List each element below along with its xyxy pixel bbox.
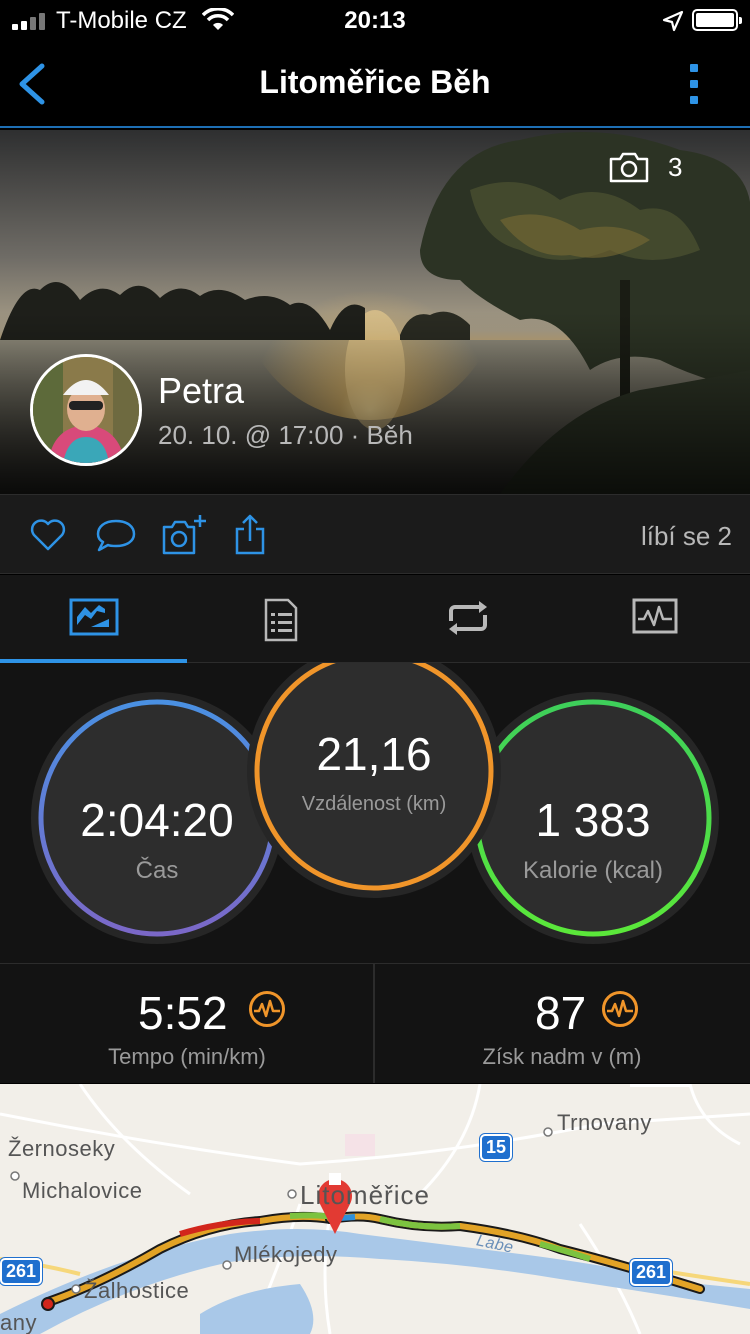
- distance-label: Vzdálenost (km): [301, 793, 447, 815]
- share-icon[interactable]: [232, 513, 268, 557]
- secondary-metrics: 5:52 Tempo (min/km) 87 Získ nadm v (m): [0, 963, 750, 1083]
- details-list-icon: [264, 598, 297, 642]
- metrics-divider: [373, 963, 375, 1083]
- more-options-icon[interactable]: [680, 60, 708, 108]
- tab-graphs[interactable]: [561, 575, 748, 663]
- battery-icon: [692, 9, 742, 31]
- elevation-value: 87: [535, 987, 587, 1039]
- elevation-label: Získ nadm v (m): [482, 1044, 642, 1069]
- navigation-bar: Litoměřice Běh: [0, 40, 750, 128]
- distance-ring-graphic: [247, 663, 501, 898]
- photo-count-value: 3: [668, 152, 683, 182]
- avatar[interactable]: [30, 354, 142, 466]
- elevation-trend-icon: [602, 991, 638, 1027]
- pace-metric[interactable]: 5:52 Tempo (min/km): [0, 964, 374, 1084]
- social-actions: líbí se 2: [0, 494, 750, 574]
- stats-chart-icon: [69, 598, 118, 636]
- laps-loop-icon: [448, 601, 487, 635]
- summary-stats: 2:04:20 Čas 1 383 Kalorie (kcal) 21,16 V…: [0, 663, 750, 963]
- graph-icon: [632, 598, 677, 634]
- road-261-shield-right: 261: [630, 1259, 673, 1286]
- pace-trend-icon: [249, 991, 285, 1027]
- pace-label: Tempo (min/km): [108, 1044, 266, 1069]
- place-zalhostice: Žalhostice: [84, 1278, 190, 1303]
- place-michalovice: Michalovice: [22, 1178, 143, 1203]
- status-time: 20:13: [344, 7, 406, 34]
- place-litomerice: Litoměřice: [300, 1180, 430, 1210]
- user-name[interactable]: Petra: [158, 370, 244, 412]
- place-trnovany: Trnovany: [557, 1110, 652, 1135]
- page-title: Litoměřice Běh: [259, 64, 491, 100]
- user-photo: [33, 357, 139, 463]
- comment-icon[interactable]: [94, 513, 138, 557]
- distance-value: 21,16: [316, 728, 432, 780]
- place-any: any: [0, 1310, 37, 1334]
- place-zernoseky: Žernoseky: [8, 1136, 116, 1161]
- calories-value: 1 383: [535, 794, 651, 846]
- calories-label: Kalorie (kcal): [522, 857, 664, 884]
- activity-photo[interactable]: 3 Petra 20. 10. @ 17:00 · Běh: [0, 130, 750, 494]
- activity-tabs: [0, 575, 750, 663]
- camera-icon: [609, 152, 649, 183]
- tab-stats[interactable]: [0, 575, 187, 663]
- pace-value: 5:52: [138, 987, 228, 1039]
- location-arrow-icon: [662, 10, 684, 32]
- route-map[interactable]: Žernoseky Michalovice Mlékojedy Žalhosti…: [0, 1084, 750, 1334]
- photo-count[interactable]: 3: [606, 148, 736, 188]
- elevation-metric[interactable]: 87 Získ nadm v (m): [375, 964, 749, 1084]
- road-15-shield: 15: [480, 1134, 513, 1161]
- tab-details[interactable]: [187, 575, 374, 663]
- place-mlekojedy: Mlékojedy: [234, 1242, 338, 1267]
- tab-laps[interactable]: [374, 575, 561, 663]
- status-bar: T-Mobile CZ 20:13: [0, 0, 750, 40]
- activity-meta: 20. 10. @ 17:00 · Běh: [158, 420, 413, 450]
- heart-icon[interactable]: [28, 513, 68, 557]
- add-photo-icon[interactable]: [160, 513, 208, 557]
- distance-ring: 21,16 Vzdálenost (km): [246, 663, 502, 899]
- road-261-shield-left: 261: [0, 1258, 43, 1285]
- likes-count[interactable]: líbí se 2: [641, 521, 732, 552]
- calories-ring: 1 383 Kalorie (kcal): [466, 691, 720, 945]
